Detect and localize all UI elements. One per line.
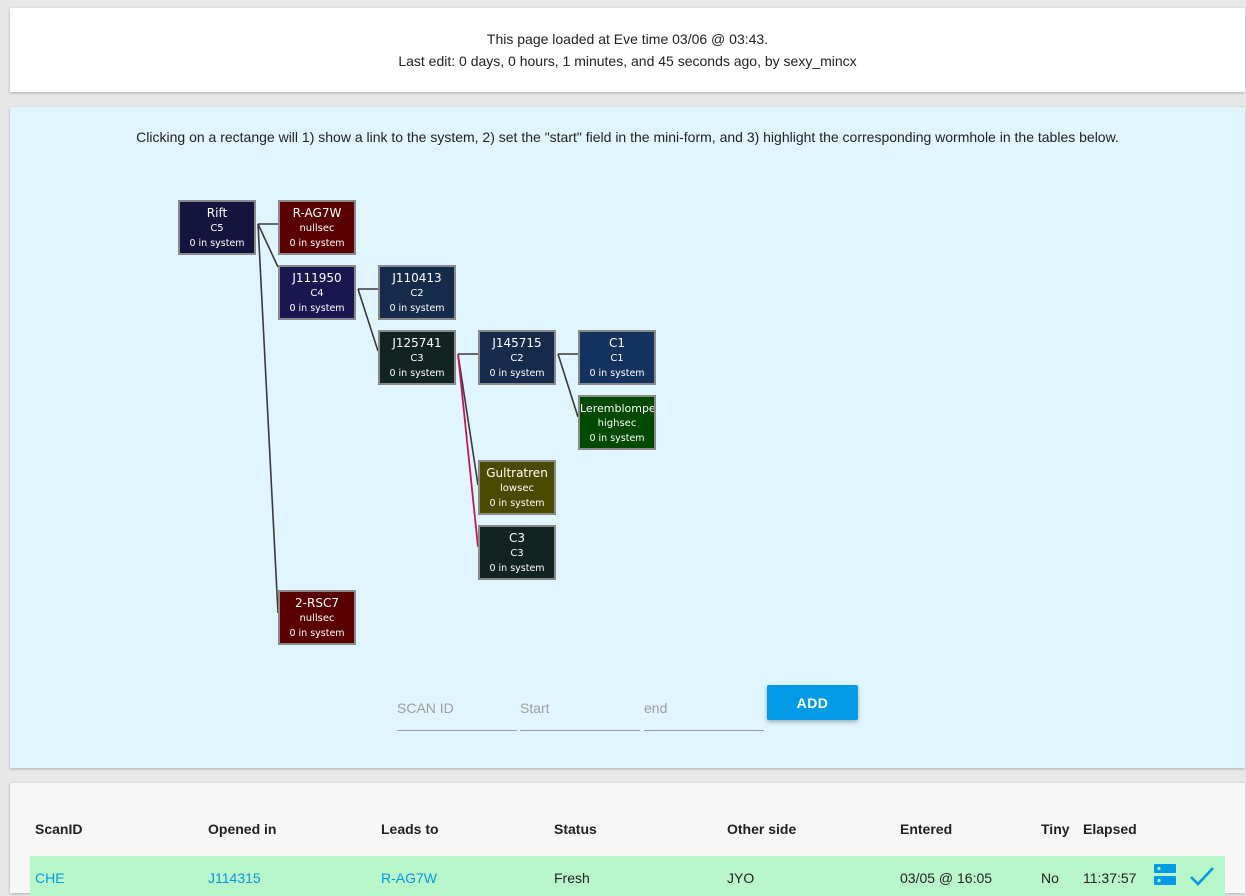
system-node-leremblompes[interactable]: Leremblompes highsec 0 in system bbox=[578, 395, 656, 450]
system-node-c3[interactable]: C3 C3 0 in system bbox=[478, 525, 556, 580]
add-button[interactable]: ADD bbox=[767, 685, 858, 720]
wormhole-table: ScanID Opened in Leads to Status Other s… bbox=[10, 783, 1245, 896]
node-name: C3 bbox=[508, 531, 525, 545]
node-count: 0 in system bbox=[589, 433, 645, 444]
column-header-opened-in[interactable]: Opened in bbox=[208, 821, 276, 837]
node-count: 0 in system bbox=[389, 303, 445, 314]
column-header-status[interactable]: Status bbox=[554, 821, 597, 837]
node-class: nullsec bbox=[299, 223, 335, 234]
connection-j111950-j125741 bbox=[357, 288, 379, 352]
node-class: C1 bbox=[610, 353, 624, 364]
map-card: Clicking on a rectange will 1) show a li… bbox=[10, 107, 1245, 768]
column-header-scanid[interactable]: ScanID bbox=[35, 821, 82, 837]
column-header-entered[interactable]: Entered bbox=[900, 821, 952, 837]
last-edit-text: Last edit: 0 days, 0 hours, 1 minutes, a… bbox=[398, 53, 857, 69]
connection-j125741-gultratren bbox=[457, 353, 479, 486]
node-class: nullsec bbox=[299, 613, 335, 624]
node-name: J110413 bbox=[392, 271, 442, 285]
node-class: C3 bbox=[410, 353, 424, 364]
node-name: Rift bbox=[206, 206, 228, 220]
node-count: 0 in system bbox=[289, 628, 345, 639]
node-name: Gultratren bbox=[486, 466, 548, 480]
node-class: lowsec bbox=[500, 483, 534, 494]
column-header-other-side[interactable]: Other side bbox=[727, 821, 796, 837]
connection-rift-rsc7 bbox=[257, 223, 279, 614]
table-row[interactable]: CHE J114315 R-AG7W Fresh JYO 03/05 @ 16:… bbox=[30, 856, 1225, 896]
node-count: 0 in system bbox=[289, 238, 345, 249]
node-count: 0 in system bbox=[489, 498, 545, 509]
node-class: C5 bbox=[210, 223, 224, 234]
node-count: 0 in system bbox=[189, 238, 245, 249]
node-name: J125741 bbox=[392, 336, 442, 350]
node-name: J111950 bbox=[292, 271, 342, 285]
node-count: 0 in system bbox=[489, 563, 545, 574]
server-icon[interactable] bbox=[1154, 864, 1176, 891]
page-loaded-text: This page loaded at Eve time 03/06 @ 03:… bbox=[486, 31, 769, 47]
system-node-j125741[interactable]: J125741 C3 0 in system bbox=[378, 330, 456, 385]
column-header-tiny[interactable]: Tiny bbox=[1041, 821, 1070, 837]
scan-id-input[interactable] bbox=[397, 685, 517, 731]
node-class: highsec bbox=[597, 418, 637, 429]
system-node-j110413[interactable]: J110413 C2 0 in system bbox=[378, 265, 456, 320]
header-card: This page loaded at Eve time 03/06 @ 03:… bbox=[10, 8, 1245, 92]
start-input[interactable] bbox=[520, 685, 640, 731]
node-class: C4 bbox=[310, 288, 324, 299]
node-name: R-AG7W bbox=[292, 206, 342, 220]
column-header-elapsed[interactable]: Elapsed bbox=[1083, 821, 1137, 837]
end-input[interactable] bbox=[644, 685, 764, 731]
system-node-c1[interactable]: C1 C1 0 in system bbox=[578, 330, 656, 385]
connection-rift-j111950 bbox=[257, 223, 279, 268]
check-icon[interactable] bbox=[1189, 866, 1215, 891]
node-count: 0 in system bbox=[289, 303, 345, 314]
node-name: Leremblompes bbox=[580, 402, 656, 415]
node-count: 0 in system bbox=[389, 368, 445, 379]
node-name: 2-RSC7 bbox=[295, 596, 339, 610]
node-class: C3 bbox=[510, 548, 524, 559]
system-node-rift[interactable]: Rift C5 0 in system bbox=[178, 200, 256, 255]
column-header-leads-to[interactable]: Leads to bbox=[381, 821, 439, 837]
node-class: C2 bbox=[510, 353, 524, 364]
system-node-r-ag7w[interactable]: R-AG7W nullsec 0 in system bbox=[278, 200, 356, 255]
system-node-j145715[interactable]: J145715 C2 0 in system bbox=[478, 330, 556, 385]
node-count: 0 in system bbox=[589, 368, 645, 379]
connection-j125741-c3 bbox=[457, 353, 479, 548]
system-node-j111950[interactable]: J111950 C4 0 in system bbox=[278, 265, 356, 320]
node-name: C1 bbox=[608, 336, 625, 350]
system-node-2-rsc7[interactable]: 2-RSC7 nullsec 0 in system bbox=[278, 590, 356, 645]
node-name: J145715 bbox=[492, 336, 542, 350]
node-count: 0 in system bbox=[489, 368, 545, 379]
connection-j145715-leremblompes bbox=[557, 353, 579, 418]
node-class: C2 bbox=[410, 288, 424, 299]
system-node-gultratren[interactable]: Gultratren lowsec 0 in system bbox=[478, 460, 556, 515]
